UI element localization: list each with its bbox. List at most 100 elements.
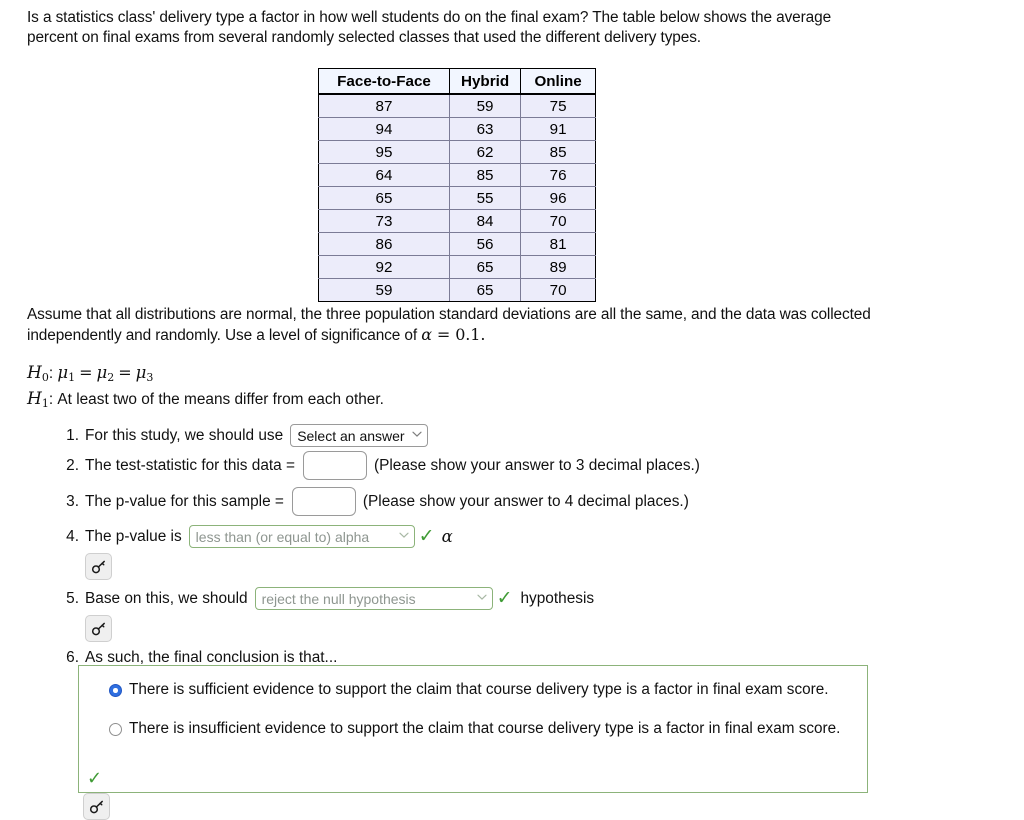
mu-1: μ bbox=[57, 363, 69, 382]
chevron-down-icon bbox=[476, 593, 487, 604]
cell-face-to-face: 86 bbox=[318, 232, 450, 256]
check-icon: ✓ bbox=[418, 525, 435, 547]
column-header-face-to-face: Face-to-Face bbox=[318, 68, 450, 95]
mu-3-subscript: 3 bbox=[146, 371, 154, 384]
conclusion-option-2[interactable]: There is insufficient evidence to suppor… bbox=[79, 719, 867, 740]
cell-hybrid: 55 bbox=[448, 186, 522, 210]
step-3: 3. The p-value for this sample = (Please… bbox=[57, 487, 957, 516]
p-value-input[interactable] bbox=[291, 487, 356, 516]
equals-symbol: = bbox=[431, 325, 456, 345]
cell-face-to-face: 92 bbox=[318, 255, 450, 279]
cell-hybrid: 56 bbox=[448, 232, 522, 256]
test-type-select[interactable]: Select an answer bbox=[290, 424, 428, 447]
cell-online: 91 bbox=[520, 117, 597, 141]
table-row: 65 55 96 bbox=[318, 186, 597, 210]
step-4-number: 4. bbox=[66, 527, 79, 545]
step-2-label: The test-statistic for this data = bbox=[85, 456, 295, 474]
delivery-type-table: Face-to-Face Hybrid Online 87 59 75 94 6… bbox=[318, 68, 597, 302]
cell-online: 75 bbox=[520, 93, 597, 118]
step-5: 5. Base on this, we should reject the nu… bbox=[57, 587, 957, 642]
step-2-number: 2. bbox=[66, 456, 79, 474]
table-row: 94 63 91 bbox=[318, 117, 597, 141]
chevron-down-icon bbox=[399, 531, 409, 542]
cell-hybrid: 65 bbox=[448, 255, 522, 279]
step-4-alpha-symbol: α bbox=[441, 527, 453, 546]
p-value-comparison-select[interactable]: less than (or equal to) alpha bbox=[188, 525, 415, 548]
step-5-suffix: hypothesis bbox=[520, 589, 595, 607]
worksheet-page: Is a statistics class' delivery type a f… bbox=[0, 0, 1024, 820]
mu-3: μ bbox=[135, 363, 147, 382]
cell-hybrid: 62 bbox=[448, 140, 522, 164]
column-header-online: Online bbox=[520, 68, 597, 95]
mu-2: μ bbox=[96, 363, 108, 382]
cell-hybrid: 84 bbox=[448, 209, 522, 233]
h0-colon: : bbox=[48, 365, 54, 382]
conclusion-option-1-label: There is sufficient evidence to support … bbox=[129, 681, 829, 698]
step-1: 1. For this study, we should use Select … bbox=[57, 424, 957, 447]
test-statistic-input[interactable] bbox=[303, 451, 367, 480]
cell-online: 81 bbox=[520, 232, 597, 256]
h1-colon: : bbox=[48, 390, 54, 408]
radio-button-sufficient[interactable] bbox=[109, 684, 122, 697]
alternative-hypothesis-line: H1: At least two of the means differ fro… bbox=[27, 389, 384, 415]
steps-list: 1. For this study, we should use Select … bbox=[57, 424, 957, 667]
check-icon: ✓ bbox=[87, 768, 103, 789]
cell-hybrid: 85 bbox=[448, 163, 522, 187]
assumption-text: Assume that all distributions are normal… bbox=[27, 305, 872, 347]
cell-hybrid: 63 bbox=[448, 117, 522, 141]
delivery-type-table-container: Face-to-Face Hybrid Online 87 59 75 94 6… bbox=[318, 68, 597, 302]
table-row: 59 65 70 bbox=[318, 278, 597, 302]
chevron-down-icon bbox=[411, 430, 422, 441]
column-header-hybrid: Hybrid bbox=[448, 68, 522, 95]
answer-key-button[interactable] bbox=[85, 553, 112, 580]
step-1-number: 1. bbox=[66, 426, 79, 444]
table-row: 92 65 89 bbox=[318, 255, 597, 279]
step-2: 2. The test-statistic for this data = (P… bbox=[57, 451, 957, 480]
cell-online: 89 bbox=[520, 255, 597, 279]
h0-subscript: 0 bbox=[41, 371, 49, 384]
step-5-number: 5. bbox=[66, 589, 79, 607]
cell-face-to-face: 94 bbox=[318, 117, 450, 141]
h1-subscript: 1 bbox=[41, 396, 49, 410]
cell-face-to-face: 95 bbox=[318, 140, 450, 164]
step-3-number: 3. bbox=[66, 492, 79, 510]
assumption-period: . bbox=[480, 325, 486, 345]
cell-hybrid: 59 bbox=[448, 93, 522, 118]
conclusion-option-1[interactable]: There is sufficient evidence to support … bbox=[79, 680, 867, 701]
answer-key-button[interactable] bbox=[85, 615, 112, 642]
step-3-hint: (Please show your answer to 4 decimal pl… bbox=[362, 492, 689, 510]
test-type-select-value: Select an answer bbox=[297, 427, 405, 444]
cell-online: 96 bbox=[520, 186, 597, 210]
null-hypothesis-line: H0: μ1 = μ2 = μ3 bbox=[27, 363, 384, 389]
cell-hybrid: 65 bbox=[448, 278, 522, 302]
table-row: 64 85 76 bbox=[318, 163, 597, 187]
cell-online: 85 bbox=[520, 140, 597, 164]
step-3-label: The p-value for this sample = bbox=[85, 492, 284, 510]
decision-select[interactable]: reject the null hypothesis bbox=[254, 587, 493, 610]
cell-face-to-face: 87 bbox=[318, 93, 450, 118]
answer-key-button-container bbox=[83, 793, 110, 820]
cell-online: 76 bbox=[520, 163, 597, 187]
table-row: 95 62 85 bbox=[318, 140, 597, 164]
decision-select-value: reject the null hypothesis bbox=[261, 590, 416, 607]
step-4-label: The p-value is bbox=[85, 527, 182, 545]
cell-face-to-face: 64 bbox=[318, 163, 450, 187]
answer-key-button[interactable] bbox=[83, 793, 110, 820]
cell-face-to-face: 73 bbox=[318, 209, 450, 233]
hypotheses-block: H0: μ1 = μ2 = μ3 H1: At least two of the mea… bbox=[27, 363, 384, 414]
table-row: 73 84 70 bbox=[318, 209, 597, 233]
check-icon: ✓ bbox=[496, 587, 513, 609]
cell-face-to-face: 59 bbox=[318, 278, 450, 302]
equals-2: = bbox=[118, 363, 132, 382]
h0-symbol: H bbox=[27, 363, 42, 383]
step-5-label: Base on this, we should bbox=[85, 589, 248, 607]
h1-symbol: H bbox=[27, 388, 42, 409]
radio-button-insufficient[interactable] bbox=[109, 722, 122, 736]
step-6-number: 6. bbox=[66, 649, 79, 666]
step-4: 4. The p-value is less than (or equal to… bbox=[57, 525, 957, 580]
table-header-row: Face-to-Face Hybrid Online bbox=[318, 68, 597, 95]
step-1-label: For this study, we should use bbox=[85, 426, 284, 444]
equals-1: = bbox=[79, 363, 93, 382]
cell-online: 70 bbox=[520, 278, 597, 302]
table-row: 86 56 81 bbox=[318, 232, 597, 256]
